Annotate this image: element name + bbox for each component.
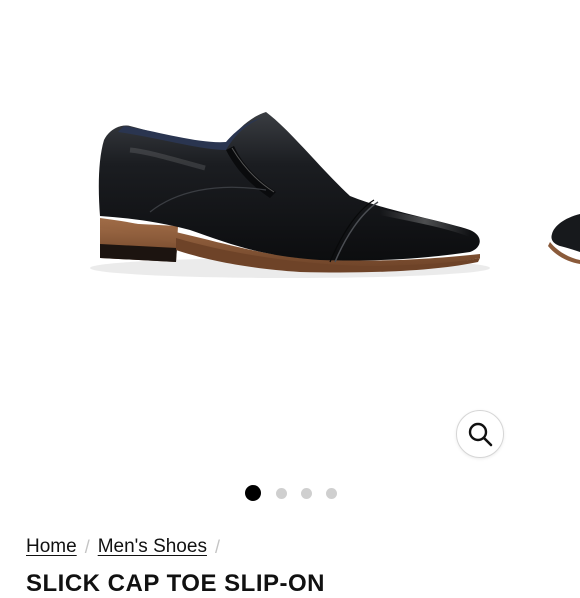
breadcrumb-home-link[interactable]: Home [26, 536, 77, 558]
next-product-image-peek [548, 214, 580, 264]
product-title: SLICK CAP TOE SLIP-ON [26, 570, 325, 597]
zoom-button[interactable] [456, 410, 504, 458]
product-image-gallery[interactable] [0, 0, 580, 470]
breadcrumb-mens-shoes-link[interactable]: Men's Shoes [98, 536, 207, 558]
carousel-dot-1[interactable] [245, 485, 261, 501]
carousel-dot-2[interactable] [276, 488, 287, 499]
breadcrumb-separator: / [84, 536, 90, 557]
carousel-dot-3[interactable] [301, 488, 312, 499]
carousel-dot-4[interactable] [326, 488, 337, 499]
magnifier-icon [468, 422, 493, 447]
breadcrumb-separator: / [214, 536, 220, 557]
breadcrumb: Home / Men's Shoes / [26, 536, 228, 558]
product-image [90, 112, 490, 278]
